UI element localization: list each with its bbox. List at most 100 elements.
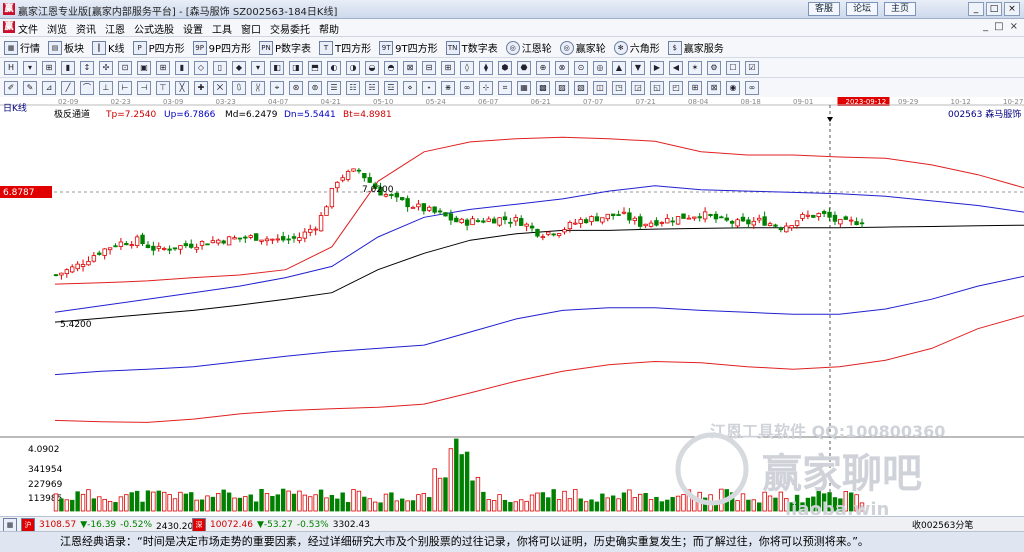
t-table-button[interactable]: TN T数字表 — [445, 40, 498, 55]
analysis-tool-icon-23[interactable]: ⋆ — [422, 81, 436, 95]
drawing-tool-icon-38[interactable]: ⚙ — [707, 61, 721, 75]
drawing-tool-icon-37[interactable]: ✶ — [688, 61, 702, 75]
analysis-tool-icon-5[interactable]: ⌒ — [80, 81, 94, 95]
mdi-close-button[interactable]: × — [1010, 21, 1018, 32]
drawing-tool-icon-6[interactable]: ✣ — [99, 61, 113, 75]
drawing-tool-icon-2[interactable]: ▾ — [23, 61, 37, 75]
analysis-tool-icon-40[interactable]: ∞ — [745, 81, 759, 95]
winner-service-button[interactable]: $ 赢家服务 — [667, 40, 724, 55]
drawing-tool-icon-16[interactable]: ◨ — [289, 61, 303, 75]
analysis-tool-icon-1[interactable]: ✐ — [4, 81, 18, 95]
analysis-tool-icon-31[interactable]: ▧ — [574, 81, 588, 95]
analysis-tool-icon-8[interactable]: ⊣ — [137, 81, 151, 95]
link-home[interactable]: 主页 — [884, 2, 917, 16]
analysis-tool-icon-2[interactable]: ✎ — [23, 81, 37, 95]
t-square-button[interactable]: T T四方形 — [319, 40, 371, 55]
analysis-tool-icon-25[interactable]: ∞ — [460, 81, 474, 95]
drawing-tool-icon-31[interactable]: ⊙ — [574, 61, 588, 75]
kline-chart-panel[interactable]: 02-09 02-23 03-09 03-23 04-07 04-21 05-10 05-24… — [0, 97, 1024, 520]
menu-settings[interactable]: 设置 — [183, 21, 203, 36]
menu-tools[interactable]: 工具 — [212, 21, 232, 36]
drawing-tool-icon-35[interactable]: ▶ — [650, 61, 664, 75]
analysis-tool-icon-13[interactable]: ⩇ — [232, 81, 246, 95]
quotes-button[interactable]: ▦ 行情 — [4, 40, 40, 55]
analysis-tool-icon-33[interactable]: ◳ — [612, 81, 626, 95]
menu-file[interactable]: 文件 — [18, 21, 38, 36]
analysis-tool-icon-36[interactable]: ◰ — [669, 81, 683, 95]
mdi-restore-button[interactable]: □ — [994, 21, 1003, 32]
hexagon-button[interactable]: ✻ 六角形 — [613, 40, 660, 55]
drawing-tool-icon-4[interactable]: ▮ — [61, 61, 75, 75]
drawing-tool-icon-9[interactable]: ⊞ — [156, 61, 170, 75]
drawing-tool-icon-10[interactable]: ▮ — [175, 61, 189, 75]
menu-browse[interactable]: 浏览 — [47, 21, 67, 36]
analysis-tool-icon-15[interactable]: ⌖ — [270, 81, 284, 95]
drawing-tool-icon-36[interactable]: ◀ — [669, 61, 683, 75]
winner-wheel-button[interactable]: ◎ 赢家轮 — [559, 40, 606, 55]
drawing-tool-icon-39[interactable]: ☐ — [726, 61, 740, 75]
drawing-tool-icon-21[interactable]: ◓ — [384, 61, 398, 75]
gann-wheel-button[interactable]: ◎ 江恩轮 — [505, 40, 552, 55]
drawing-tool-icon-29[interactable]: ⊕ — [536, 61, 550, 75]
drawing-tool-icon-20[interactable]: ◒ — [365, 61, 379, 75]
status-grid-icon[interactable]: ▦ — [3, 518, 17, 532]
drawing-tool-icon-19[interactable]: ◑ — [346, 61, 360, 75]
drawing-tool-icon-17[interactable]: ⬒ — [308, 61, 322, 75]
drawing-tool-icon-18[interactable]: ◐ — [327, 61, 341, 75]
analysis-tool-icon-29[interactable]: ▩ — [536, 81, 550, 95]
drawing-tool-icon-28[interactable]: ⬣ — [517, 61, 531, 75]
9t-square-button[interactable]: 9T 9T四方形 — [379, 40, 438, 55]
drawing-tool-icon-27[interactable]: ⬢ — [498, 61, 512, 75]
analysis-tool-icon-38[interactable]: ⊠ — [707, 81, 721, 95]
drawing-tool-icon-32[interactable]: ◎ — [593, 61, 607, 75]
analysis-tool-icon-35[interactable]: ◱ — [650, 81, 664, 95]
maximize-button[interactable]: □ — [986, 2, 1002, 16]
menu-window[interactable]: 窗口 — [241, 21, 261, 36]
drawing-tool-icon-34[interactable]: ▼ — [631, 61, 645, 75]
close-button[interactable]: × — [1004, 2, 1020, 16]
drawing-tool-icon-23[interactable]: ⊟ — [422, 61, 436, 75]
drawing-tool-icon-13[interactable]: ◆ — [232, 61, 246, 75]
analysis-tool-icon-34[interactable]: ◲ — [631, 81, 645, 95]
drawing-tool-icon-26[interactable]: ⧫ — [479, 61, 493, 75]
analysis-tool-icon-30[interactable]: ▨ — [555, 81, 569, 95]
drawing-tool-icon-5[interactable]: ↕ — [80, 61, 94, 75]
minimize-button[interactable]: _ — [968, 2, 984, 16]
analysis-tool-icon-24[interactable]: ⋇ — [441, 81, 455, 95]
kline-chart[interactable]: 02-09 02-23 03-09 03-23 04-07 04-21 05-10 05-24… — [0, 97, 1024, 520]
analysis-tool-icon-6[interactable]: ⊥ — [99, 81, 113, 95]
link-service[interactable]: 客服 — [808, 2, 841, 16]
drawing-tool-icon-3[interactable]: ⊞ — [42, 61, 56, 75]
analysis-tool-icon-12[interactable]: ⨉ — [213, 81, 227, 95]
drawing-tool-icon-25[interactable]: ◊ — [460, 61, 474, 75]
drawing-tool-icon-30[interactable]: ⊗ — [555, 61, 569, 75]
analysis-tool-icon-17[interactable]: ⊚ — [308, 81, 322, 95]
analysis-tool-icon-19[interactable]: ☷ — [346, 81, 360, 95]
9p-square-button[interactable]: 9P 9P四方形 — [192, 40, 251, 55]
kline-button[interactable]: ┃ K线 — [92, 40, 125, 55]
analysis-tool-icon-22[interactable]: ⋄ — [403, 81, 417, 95]
link-forum[interactable]: 论坛 — [846, 2, 879, 16]
drawing-tool-icon-24[interactable]: ⊞ — [441, 61, 455, 75]
analysis-tool-icon-7[interactable]: ⊢ — [118, 81, 132, 95]
p-table-button[interactable]: PN P数字表 — [259, 40, 311, 55]
drawing-tool-icon-40[interactable]: ☑ — [745, 61, 759, 75]
drawing-tool-icon-14[interactable]: ▾ — [251, 61, 265, 75]
analysis-tool-icon-28[interactable]: ▦ — [517, 81, 531, 95]
menu-gann[interactable]: 江恩 — [105, 21, 125, 36]
menu-trade[interactable]: 交易委托 — [270, 21, 310, 36]
analysis-tool-icon-4[interactable]: ╱ — [61, 81, 75, 95]
drawing-tool-icon-12[interactable]: ▯ — [213, 61, 227, 75]
analysis-tool-icon-3[interactable]: ⊿ — [42, 81, 56, 95]
analysis-tool-icon-18[interactable]: ☰ — [327, 81, 341, 95]
menu-help[interactable]: 帮助 — [319, 21, 339, 36]
analysis-tool-icon-21[interactable]: ☲ — [384, 81, 398, 95]
drawing-tool-icon-33[interactable]: ▲ — [612, 61, 626, 75]
sectors-button[interactable]: ▤ 板块 — [48, 40, 84, 55]
analysis-tool-icon-9[interactable]: ⊤ — [156, 81, 170, 95]
analysis-tool-icon-20[interactable]: ☵ — [365, 81, 379, 95]
analysis-tool-icon-26[interactable]: ⊹ — [479, 81, 493, 95]
analysis-tool-icon-27[interactable]: ⌗ — [498, 81, 512, 95]
p-square-button[interactable]: P P四方形 — [132, 40, 185, 55]
analysis-tool-icon-14[interactable]: ⩈ — [251, 81, 265, 95]
